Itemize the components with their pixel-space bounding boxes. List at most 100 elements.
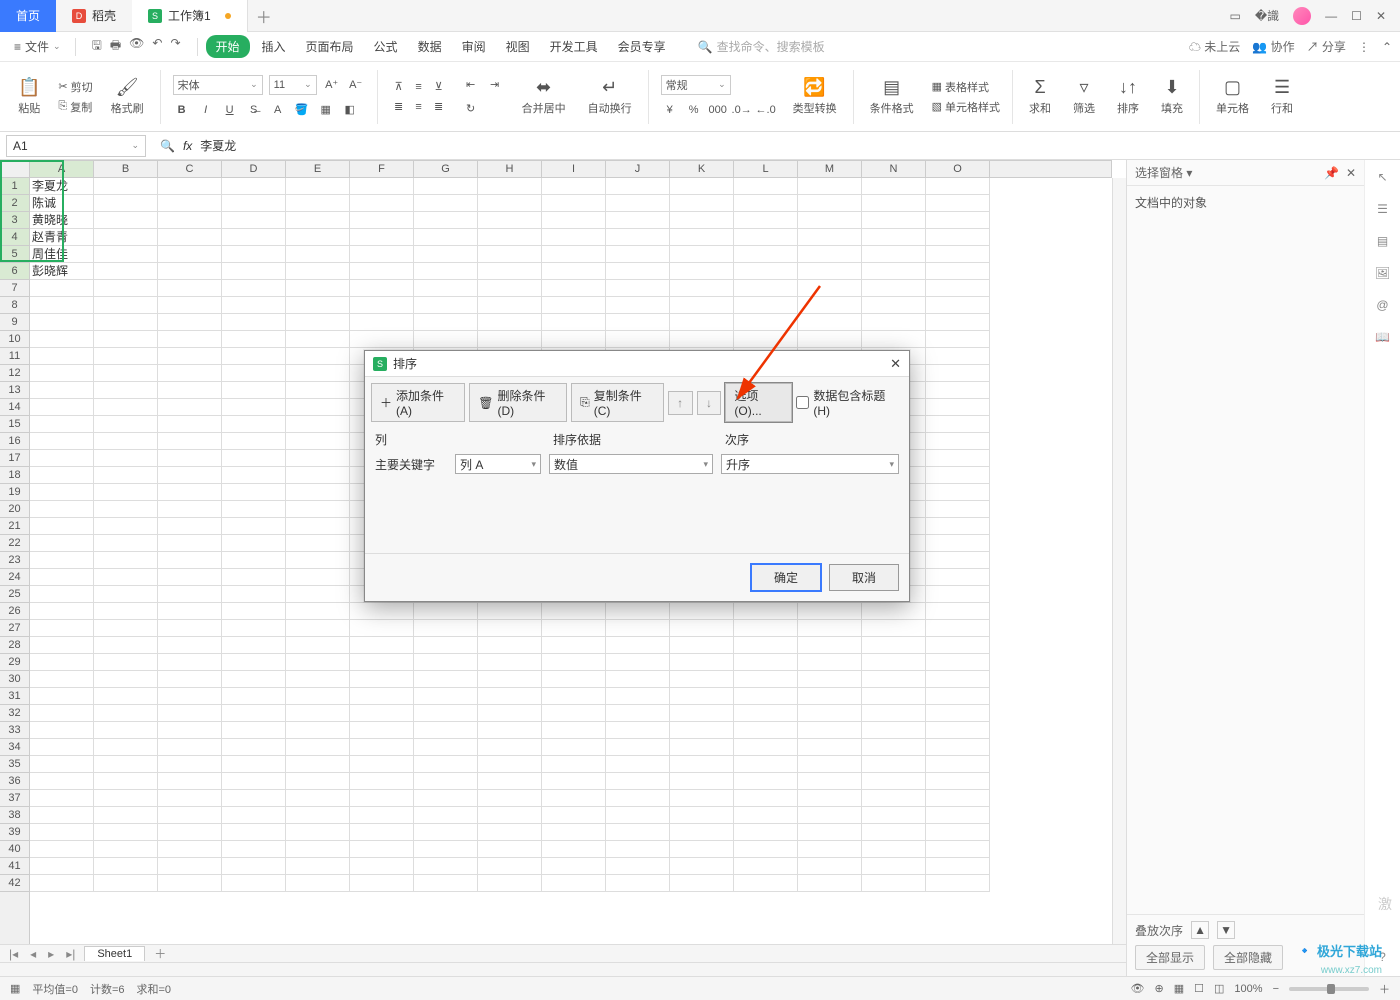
zoom-in-icon[interactable]: ＋: [1379, 981, 1390, 997]
cell[interactable]: [734, 807, 798, 824]
tab-home[interactable]: 首页: [0, 0, 56, 32]
cell[interactable]: [734, 280, 798, 297]
cell[interactable]: [542, 297, 606, 314]
cell[interactable]: [94, 552, 158, 569]
cell[interactable]: [30, 365, 94, 382]
cell[interactable]: [94, 246, 158, 263]
row-header-37[interactable]: 37: [0, 790, 29, 807]
cell[interactable]: [606, 620, 670, 637]
row-header-7[interactable]: 7: [0, 280, 29, 297]
fx-icon[interactable]: fx: [183, 139, 192, 153]
cell[interactable]: [670, 603, 734, 620]
wrap-text-button[interactable]: ↵自动换行: [584, 75, 636, 118]
row-header-25[interactable]: 25: [0, 586, 29, 603]
cell[interactable]: [606, 756, 670, 773]
cell[interactable]: [286, 773, 350, 790]
cell[interactable]: [926, 705, 990, 722]
cell[interactable]: [926, 688, 990, 705]
cell[interactable]: [350, 722, 414, 739]
row-header-29[interactable]: 29: [0, 654, 29, 671]
row-header-30[interactable]: 30: [0, 671, 29, 688]
cell[interactable]: [798, 705, 862, 722]
percent-icon[interactable]: %: [685, 101, 703, 119]
cell[interactable]: [478, 229, 542, 246]
cell[interactable]: [798, 620, 862, 637]
cell[interactable]: [926, 399, 990, 416]
cell[interactable]: [798, 875, 862, 892]
cell[interactable]: [734, 297, 798, 314]
cell[interactable]: [286, 501, 350, 518]
cell[interactable]: [158, 875, 222, 892]
cell[interactable]: [926, 671, 990, 688]
tab-daoke[interactable]: D稻壳: [56, 0, 132, 32]
cell[interactable]: [350, 705, 414, 722]
cell[interactable]: [542, 314, 606, 331]
cell[interactable]: [414, 773, 478, 790]
cell[interactable]: [670, 705, 734, 722]
cell[interactable]: [158, 535, 222, 552]
cell[interactable]: [926, 756, 990, 773]
cell[interactable]: [414, 671, 478, 688]
formula-input[interactable]: 李夏龙: [200, 137, 1392, 154]
cell[interactable]: [862, 841, 926, 858]
cell[interactable]: [158, 450, 222, 467]
sheet-tab[interactable]: Sheet1: [84, 946, 145, 961]
cell[interactable]: [158, 331, 222, 348]
cell[interactable]: [542, 671, 606, 688]
cell[interactable]: [350, 654, 414, 671]
cell[interactable]: [926, 518, 990, 535]
options-button[interactable]: 选项(O)...: [725, 383, 792, 422]
qat-undo-icon[interactable]: ↶: [152, 36, 162, 57]
cell[interactable]: [94, 535, 158, 552]
cell[interactable]: [798, 807, 862, 824]
cell[interactable]: [670, 773, 734, 790]
cell[interactable]: [94, 790, 158, 807]
format-painter-button[interactable]: 🖌格式刷: [107, 75, 148, 118]
cell[interactable]: [798, 824, 862, 841]
cell[interactable]: [606, 637, 670, 654]
cell[interactable]: [542, 739, 606, 756]
cell[interactable]: [862, 739, 926, 756]
hide-all-button[interactable]: 全部隐藏: [1213, 945, 1283, 970]
cell[interactable]: [478, 195, 542, 212]
cell[interactable]: [30, 620, 94, 637]
cell[interactable]: [478, 688, 542, 705]
cell[interactable]: [222, 467, 286, 484]
cell[interactable]: [734, 246, 798, 263]
cell[interactable]: [94, 586, 158, 603]
cell[interactable]: [286, 552, 350, 569]
cell[interactable]: [350, 280, 414, 297]
cell[interactable]: [606, 654, 670, 671]
cell-button[interactable]: ▢单元格: [1212, 75, 1253, 118]
cell[interactable]: [350, 688, 414, 705]
cell[interactable]: [94, 195, 158, 212]
cell[interactable]: [606, 195, 670, 212]
cell[interactable]: [30, 773, 94, 790]
cell[interactable]: [286, 246, 350, 263]
row-header-19[interactable]: 19: [0, 484, 29, 501]
cell[interactable]: [30, 790, 94, 807]
cell[interactable]: [862, 858, 926, 875]
cell[interactable]: [862, 603, 926, 620]
row-header-11[interactable]: 11: [0, 348, 29, 365]
cell[interactable]: [158, 824, 222, 841]
cell[interactable]: [94, 331, 158, 348]
cell[interactable]: [862, 620, 926, 637]
fill-button[interactable]: ⬇填充: [1157, 75, 1187, 118]
cell[interactable]: [94, 637, 158, 654]
tab-workbook[interactable]: S工作簿1: [132, 0, 248, 32]
cell[interactable]: [158, 756, 222, 773]
side-at-icon[interactable]: @: [1376, 298, 1388, 312]
strike-icon[interactable]: S̶: [245, 101, 263, 119]
cell[interactable]: [350, 858, 414, 875]
cell[interactable]: [926, 841, 990, 858]
align-bottom-icon[interactable]: ⊻: [430, 78, 448, 96]
cell[interactable]: [862, 807, 926, 824]
cell[interactable]: [478, 280, 542, 297]
view-normal-icon[interactable]: ▦: [1174, 982, 1184, 995]
cell[interactable]: [222, 263, 286, 280]
underline-icon[interactable]: U: [221, 101, 239, 119]
cell[interactable]: [670, 637, 734, 654]
cell[interactable]: [734, 722, 798, 739]
align-left-icon[interactable]: ≣: [390, 98, 408, 116]
